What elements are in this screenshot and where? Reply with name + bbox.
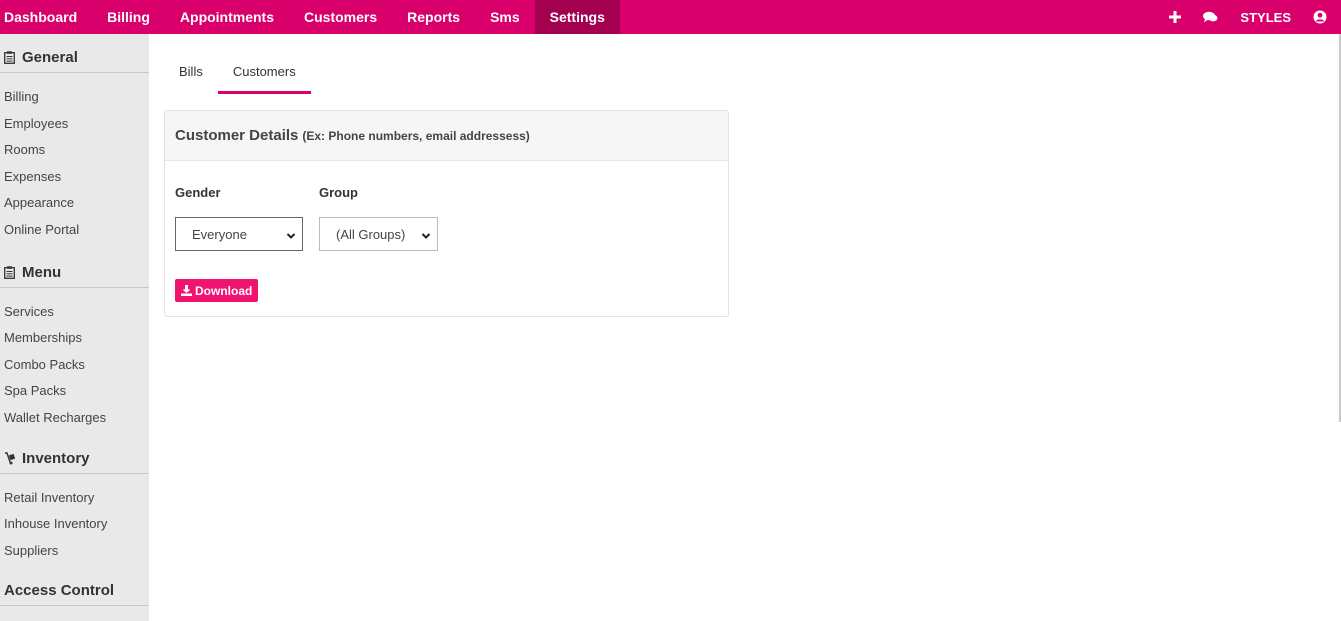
download-button[interactable]: Download (175, 279, 259, 302)
sidebar-heading-inventory: Inventory (0, 450, 149, 474)
top-navbar: Dashboard Billing Appointments Customers… (0, 0, 1341, 34)
download-button-label: Download (195, 283, 253, 298)
sidebar-heading-label: Menu (22, 263, 62, 281)
sidebar-heading-access-control: Access Control (0, 582, 149, 607)
clipboard-icon (4, 51, 18, 64)
sidebar-item-combo-packs[interactable]: Combo Packs (0, 355, 149, 382)
sidebar-heading-label: Access Control (4, 582, 115, 600)
sidebar-section-general: General Billing Employees Rooms Expenses… (0, 49, 149, 247)
sidebar-item-rooms[interactable]: Rooms (0, 140, 149, 167)
plus-icon[interactable] (1169, 11, 1182, 23)
nav-right-tools: STYLES (1147, 0, 1341, 34)
nav-dashboard[interactable]: Dashboard (0, 0, 92, 34)
download-icon (181, 285, 192, 296)
nav-billing[interactable]: Billing (92, 0, 165, 34)
sidebar-heading-menu: Menu (0, 264, 149, 288)
panel-title: Customer Details (175, 127, 299, 144)
settings-sidebar: General Billing Employees Rooms Expenses… (0, 34, 149, 621)
tab-bills[interactable]: Bills (164, 54, 218, 94)
panel-subtitle: (Ex: Phone numbers, email addressess) (302, 128, 530, 143)
sidebar-item-memberships[interactable]: Memberships (0, 328, 149, 355)
sidebar-section-inventory: Inventory Retail Inventory Inhouse Inven… (0, 450, 149, 568)
customer-details-panel: Customer Details (Ex: Phone numbers, ema… (164, 110, 729, 317)
nav-reports[interactable]: Reports (392, 0, 475, 34)
user-circle-icon[interactable] (1313, 10, 1327, 24)
sidebar-section-access-control: Access Control (0, 582, 149, 607)
gender-select[interactable]: Everyone (175, 217, 303, 251)
gender-select-value: Everyone (192, 226, 247, 242)
sidebar-item-expenses[interactable]: Expenses (0, 167, 149, 194)
gender-label: Gender (175, 185, 221, 200)
sidebar-item-services[interactable]: Services (0, 302, 149, 329)
group-label: Group (319, 185, 358, 200)
dolly-icon (4, 451, 18, 465)
tab-customers[interactable]: Customers (217, 54, 311, 94)
comments-icon[interactable] (1203, 11, 1218, 23)
chevron-down-icon (421, 229, 431, 244)
nav-sms[interactable]: Sms (475, 0, 535, 34)
sidebar-heading-label: Inventory (22, 449, 90, 467)
main-nav: Dashboard Billing Appointments Customers… (0, 0, 620, 34)
sidebar-item-retail-inventory[interactable]: Retail Inventory (0, 488, 149, 515)
sidebar-item-employees[interactable]: Employees (0, 114, 149, 141)
sidebar-heading-general: General (0, 49, 149, 73)
sidebar-item-suppliers[interactable]: Suppliers (0, 541, 149, 568)
chevron-down-icon (286, 229, 296, 244)
nav-appointments[interactable]: Appointments (165, 0, 289, 34)
sidebar-item-inhouse-inventory[interactable]: Inhouse Inventory (0, 514, 149, 541)
sidebar-item-spa-packs[interactable]: Spa Packs (0, 381, 149, 408)
sidebar-heading-label: General (22, 49, 78, 66)
sidebar-item-appearance[interactable]: Appearance (0, 193, 149, 220)
sidebar-item-billing[interactable]: Billing (0, 87, 149, 114)
group-select[interactable]: (All Groups) (319, 217, 438, 251)
sidebar-section-menu: Menu Services Memberships Combo Packs Sp… (0, 264, 149, 435)
nav-customers[interactable]: Customers (289, 0, 392, 34)
sidebar-item-online-portal[interactable]: Online Portal (0, 220, 149, 247)
sidebar-item-wallet-recharges[interactable]: Wallet Recharges (0, 408, 149, 435)
styles-button[interactable]: STYLES (1240, 10, 1291, 25)
clipboard-icon (4, 265, 18, 279)
group-select-value: (All Groups) (336, 226, 406, 242)
report-tabs: Bills Customers (164, 54, 311, 94)
nav-settings[interactable]: Settings (534, 0, 620, 34)
panel-header: Customer Details (Ex: Phone numbers, ema… (165, 111, 728, 161)
